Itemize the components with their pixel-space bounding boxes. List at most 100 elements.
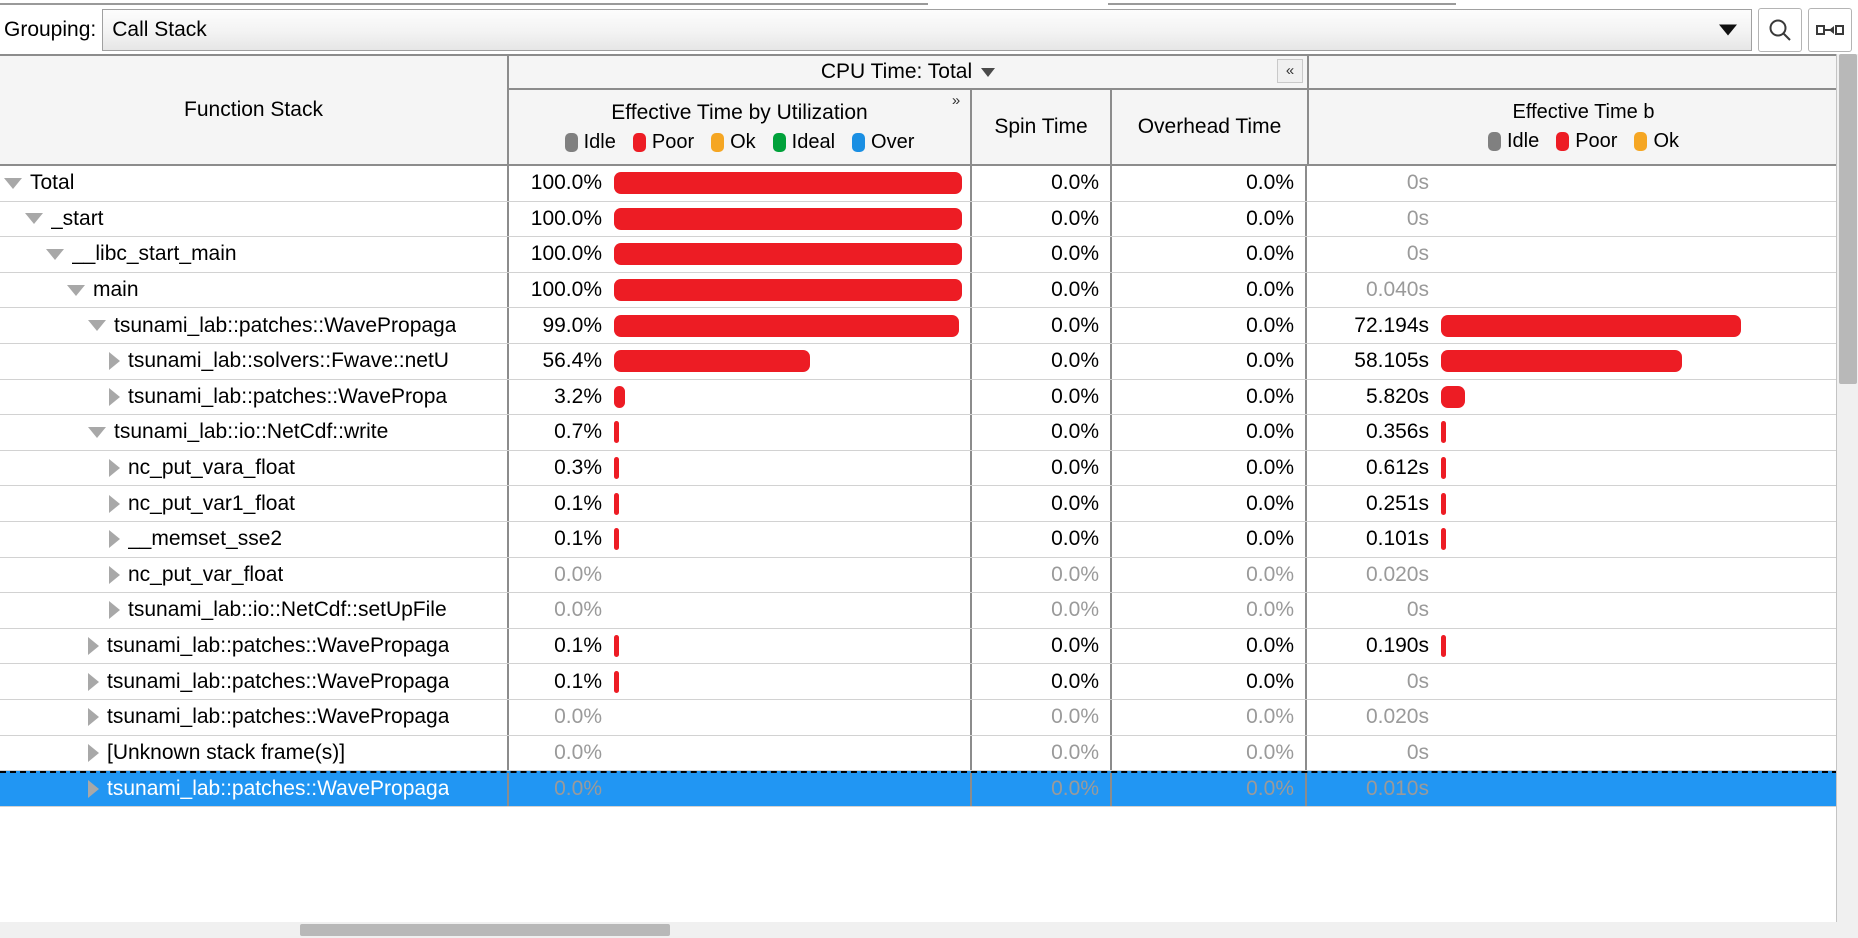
table-row[interactable]: [Unknown stack frame(s)] 0.0% 0.0% 0.0% 0s <box>0 735 1858 772</box>
cell-overhead-time: 0.0% <box>1112 486 1307 521</box>
effective-time-bar <box>614 528 619 551</box>
effective-time-right-bar-track <box>1437 166 1858 201</box>
effective-time-bar-track <box>610 593 970 628</box>
results-grid: Function Stack CPU Time: Total « » Effec… <box>0 54 1858 938</box>
cell-function-stack[interactable]: tsunami_lab::patches::WavePropaga <box>0 699 509 735</box>
table-row[interactable]: tsunami_lab::io::NetCdf::setUpFile 0.0% 0.… <box>0 593 1858 629</box>
table-row[interactable]: tsunami_lab::patches::WavePropa 3.2% 0.0% 0… <box>0 379 1858 416</box>
table-row[interactable]: tsunami_lab::io::NetCdf::write 0.7% 0.0% 0.… <box>0 415 1858 451</box>
chevron-down-icon[interactable] <box>46 248 64 260</box>
chevron-right-icon[interactable] <box>88 780 99 799</box>
cell-function-stack[interactable]: __memset_sse2 <box>0 521 509 557</box>
cell-overhead-time: 0.0% <box>1112 450 1307 486</box>
effective-time-value: 0.020s <box>1365 562 1429 586</box>
grouping-select[interactable]: Call Stack <box>102 9 1752 51</box>
table-row[interactable]: Total 100.0% 0.0% 0.0% 0s <box>0 166 1858 202</box>
effective-time-bar <box>614 207 962 230</box>
cell-function-stack[interactable]: nc_put_vara_float <box>0 450 509 486</box>
effective-time-bar <box>614 243 962 266</box>
cell-overhead-time: 0.0% <box>1112 201 1307 237</box>
cell-function-stack[interactable]: [Unknown stack frame(s)] <box>0 735 509 771</box>
table-row[interactable]: __libc_start_main 100.0% 0.0% 0.0% 0s <box>0 237 1858 273</box>
table-row[interactable]: tsunami_lab::patches::WavePropaga 99.0% 0.… <box>0 308 1858 344</box>
cpu-time-group-header[interactable]: CPU Time: Total « <box>509 56 1307 90</box>
legend-item-poor: Poor <box>1556 130 1617 153</box>
search-icon <box>1767 17 1793 43</box>
vertical-scrollbar[interactable] <box>1836 54 1858 938</box>
table-row[interactable]: tsunami_lab::patches::WavePropaga 0.0% 0.0… <box>0 699 1858 736</box>
cell-function-stack[interactable]: tsunami_lab::patches::WavePropaga <box>0 308 509 343</box>
effective-time-bar-track <box>610 522 970 557</box>
grouping-label: Grouping: <box>4 18 97 41</box>
function-name-label: nc_put_var_float <box>128 562 284 586</box>
chevron-right-icon[interactable] <box>109 387 120 406</box>
column-group-cpu-time: CPU Time: Total « » Effective Time by Ut… <box>509 56 1309 164</box>
search-button[interactable] <box>1758 8 1802 52</box>
column-header-effective-time-right[interactable]: Effective Time b Idle Poor Ok <box>1309 90 1858 164</box>
cell-function-stack[interactable]: tsunami_lab::io::NetCdf::write <box>0 415 509 450</box>
effective-time-right-bar-track <box>1437 558 1858 593</box>
cell-function-stack[interactable]: nc_put_var1_float <box>0 486 509 521</box>
cell-function-stack[interactable]: tsunami_lab::io::NetCdf::setUpFile <box>0 593 509 628</box>
table-row[interactable]: tsunami_lab::patches::WavePropaga 0.1% 0.0… <box>0 664 1858 700</box>
effective-time-value: 0s <box>1406 598 1429 622</box>
chevron-right-icon[interactable] <box>109 565 120 584</box>
chevron-down-icon[interactable] <box>67 284 85 296</box>
column-header-overhead-time[interactable]: Overhead Time <box>1112 90 1307 164</box>
cell-function-stack[interactable]: tsunami_lab::patches::WavePropaga <box>0 773 509 806</box>
function-name-label: tsunami_lab::solvers::Fwave::netU <box>128 349 449 373</box>
chevron-right-icon[interactable] <box>88 743 99 762</box>
cell-function-stack[interactable]: tsunami_lab::solvers::Fwave::netU <box>0 343 509 379</box>
cell-function-stack[interactable]: main <box>0 272 509 308</box>
column-header-spin-time[interactable]: Spin Time <box>972 90 1112 164</box>
cell-effective-time: 0.0% <box>509 735 972 771</box>
cell-spin-time: 0.0% <box>972 557 1112 593</box>
horizontal-scrollbar-thumb[interactable] <box>300 924 670 936</box>
table-row[interactable]: nc_put_vara_float 0.3% 0.0% 0.0% 0.612s <box>0 450 1858 487</box>
chevron-down-icon[interactable] <box>88 320 106 332</box>
chevron-right-icon[interactable] <box>88 708 99 727</box>
table-row[interactable]: tsunami_lab::patches::WavePropaga 0.1% 0.0… <box>0 628 1858 665</box>
horizontal-scrollbar[interactable] <box>0 922 1858 938</box>
expand-group-button[interactable]: » <box>945 92 967 112</box>
cell-function-stack[interactable]: tsunami_lab::patches::WavePropa <box>0 379 509 415</box>
chevron-right-icon[interactable] <box>109 459 120 478</box>
chevron-right-icon[interactable] <box>109 530 120 549</box>
table-row[interactable]: tsunami_lab::patches::WavePropaga 0.0% 0.0… <box>0 771 1858 807</box>
effective-time-value: 0.190s <box>1365 634 1429 658</box>
effective-time-right-bar-track <box>1437 629 1858 664</box>
function-name-label: _start <box>51 206 104 230</box>
collapse-group-button[interactable]: « <box>1277 59 1303 83</box>
function-name-label: tsunami_lab::patches::WavePropa <box>128 384 448 408</box>
column-header-effective-time[interactable]: » Effective Time by Utilization Idle Poor… <box>509 90 972 164</box>
vertical-scrollbar-thumb[interactable] <box>1839 54 1857 384</box>
chevron-down-icon[interactable] <box>4 177 22 189</box>
effective-time-bar-track <box>610 308 970 343</box>
cell-overhead-time: 0.0% <box>1112 735 1307 771</box>
table-row[interactable]: nc_put_var1_float 0.1% 0.0% 0.0% 0.251s <box>0 486 1858 522</box>
chevron-right-icon[interactable] <box>88 637 99 656</box>
cell-function-stack[interactable]: Total <box>0 166 509 201</box>
cell-function-stack[interactable]: __libc_start_main <box>0 237 509 272</box>
chevron-right-icon[interactable] <box>88 672 99 691</box>
chevron-right-icon[interactable] <box>109 601 120 620</box>
table-row[interactable]: tsunami_lab::solvers::Fwave::netU 56.4% 0.… <box>0 343 1858 380</box>
cell-function-stack[interactable]: tsunami_lab::patches::WavePropaga <box>0 664 509 699</box>
fit-columns-button[interactable] <box>1808 8 1852 52</box>
effective-time-bar <box>614 670 619 693</box>
table-row[interactable]: nc_put_var_float 0.0% 0.0% 0.0% 0.020s <box>0 557 1858 594</box>
cell-overhead-time: 0.0% <box>1112 343 1307 379</box>
cell-function-stack[interactable]: _start <box>0 201 509 237</box>
table-row[interactable]: __memset_sse2 0.1% 0.0% 0.0% 0.101s <box>0 521 1858 558</box>
chevron-down-icon[interactable] <box>88 426 106 438</box>
table-row[interactable]: main 100.0% 0.0% 0.0% 0.040s <box>0 272 1858 309</box>
cell-overhead-time: 0.0% <box>1112 237 1307 272</box>
function-name-label: __memset_sse2 <box>128 527 283 551</box>
table-row[interactable]: _start 100.0% 0.0% 0.0% 0s <box>0 201 1858 238</box>
chevron-right-icon[interactable] <box>109 494 120 513</box>
cell-function-stack[interactable]: tsunami_lab::patches::WavePropaga <box>0 628 509 664</box>
cell-function-stack[interactable]: nc_put_var_float <box>0 557 509 593</box>
column-header-function-stack[interactable]: Function Stack <box>0 56 509 164</box>
chevron-down-icon[interactable] <box>25 213 43 225</box>
chevron-right-icon[interactable] <box>109 352 120 371</box>
